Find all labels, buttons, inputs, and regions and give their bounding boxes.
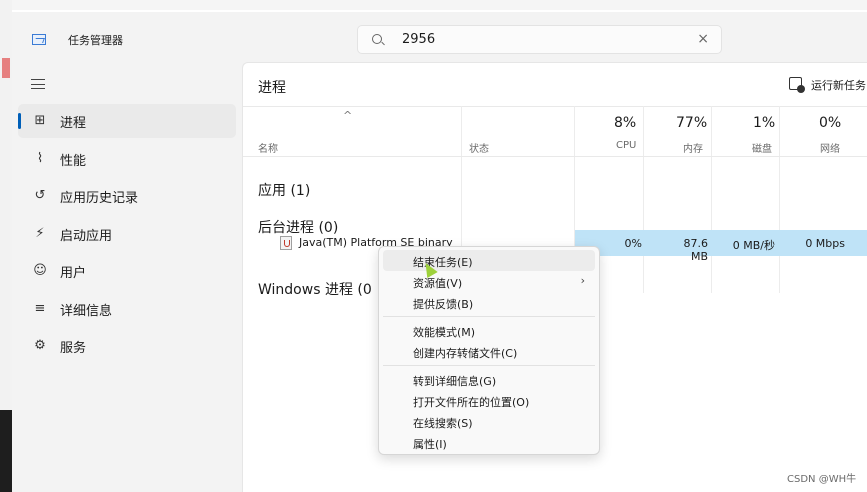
sidebar-item-details[interactable]: ≡ 详细信息 bbox=[18, 292, 236, 326]
menu-separator bbox=[383, 316, 595, 317]
sidebar-item-label: 启动应用 bbox=[60, 229, 113, 244]
sidebar: ⊞ 进程 ⌇ 性能 ↺ 应用历史记录 ⚡ 启动应用 ☺ 用户 ≡ 详细信息 ⚙ … bbox=[12, 62, 242, 492]
process-disk: 0 MB/秒 bbox=[732, 239, 775, 252]
sidebar-item-label: 用户 bbox=[60, 266, 87, 281]
menu-item-feedback[interactable]: 提供反馈(B) bbox=[383, 292, 595, 313]
menu-item-label: 效能模式(M) bbox=[413, 326, 476, 339]
network-total: 0% bbox=[819, 115, 842, 131]
column-header-cpu[interactable]: CPU bbox=[616, 140, 636, 151]
sidebar-item-services[interactable]: ⚙ 服务 bbox=[18, 329, 236, 363]
run-new-task-label: 运行新任务 bbox=[811, 79, 866, 92]
group-apps[interactable]: 应用 (1) bbox=[258, 180, 310, 200]
menu-item-label: 在线搜索(S) bbox=[413, 417, 473, 430]
menu-item-label: 属性(I) bbox=[413, 438, 447, 451]
menu-item-label: 提供反馈(B) bbox=[413, 298, 474, 311]
watermark: CSDN @WH牛 bbox=[787, 474, 857, 485]
startup-icon: ⚡ bbox=[35, 226, 45, 241]
column-header-network[interactable]: 网络 bbox=[820, 140, 840, 155]
menu-item-label: 创建内存转储文件(C) bbox=[413, 347, 518, 360]
process-network: 0 Mbps bbox=[805, 237, 845, 250]
menu-item-create-dump[interactable]: 创建内存转储文件(C) bbox=[383, 341, 595, 362]
column-header-disk[interactable]: 磁盘 bbox=[752, 140, 772, 155]
memory-total: 77% bbox=[676, 115, 708, 131]
menu-item-open-file-location[interactable]: 打开文件所在的位置(O) bbox=[383, 390, 595, 411]
column-header-name[interactable]: 名称 bbox=[258, 140, 278, 155]
titlebar: 任务管理器 2956 × bbox=[12, 12, 867, 62]
menu-separator bbox=[383, 365, 595, 366]
chevron-right-icon: › bbox=[580, 274, 585, 287]
menu-icon[interactable] bbox=[31, 79, 45, 89]
header-bottom-divider bbox=[243, 156, 867, 157]
sidebar-item-performance[interactable]: ⌇ 性能 bbox=[18, 142, 236, 176]
sidebar-item-label: 服务 bbox=[60, 341, 87, 356]
menu-item-end-task[interactable]: 结束任务(E) bbox=[383, 250, 595, 271]
sidebar-item-label: 性能 bbox=[60, 154, 87, 169]
app-title: 任务管理器 bbox=[68, 34, 123, 47]
screen: 任务管理器 2956 × ⊞ 进程 ⌇ 性能 ↺ 应用历史记录 ⚡ 启动应用 ☺… bbox=[0, 0, 867, 492]
sidebar-item-label: 详细信息 bbox=[60, 304, 113, 319]
header-divider bbox=[243, 106, 867, 107]
menu-item-label: 转到详细信息(G) bbox=[413, 375, 497, 388]
column-header-memory[interactable]: 内存 bbox=[683, 140, 703, 155]
processes-icon: ⊞ bbox=[34, 113, 46, 128]
process-cpu: 0% bbox=[624, 237, 642, 250]
task-manager-icon bbox=[32, 34, 46, 45]
menu-item-label: 打开文件所在的位置(O) bbox=[413, 396, 530, 409]
menu-item-efficiency-mode[interactable]: 效能模式(M) bbox=[383, 320, 595, 341]
close-icon[interactable]: × bbox=[697, 31, 709, 47]
context-menu: 结束任务(E) 资源值(V) › 提供反馈(B) 效能模式(M) 创建内存转储文件… bbox=[378, 246, 600, 455]
search-icon bbox=[372, 34, 382, 44]
active-indicator bbox=[18, 113, 21, 129]
menu-item-properties[interactable]: 属性(I) bbox=[383, 432, 595, 453]
menu-item-search-online[interactable]: 在线搜索(S) bbox=[383, 411, 595, 432]
column-header-status[interactable]: 状态 bbox=[469, 140, 489, 155]
page-title: 进程 bbox=[258, 80, 286, 96]
details-icon: ≡ bbox=[34, 301, 46, 316]
group-windows[interactable]: Windows 进程 (0 bbox=[258, 279, 372, 299]
process-memory: 87.6 MB bbox=[683, 237, 709, 263]
sidebar-item-startup[interactable]: ⚡ 启动应用 bbox=[18, 217, 236, 251]
sort-ascending-icon[interactable]: ^ bbox=[343, 109, 352, 122]
menu-item-go-to-details[interactable]: 转到详细信息(G) bbox=[383, 369, 595, 390]
column-divider bbox=[643, 106, 644, 293]
menu-item-resource-values[interactable]: 资源值(V) › bbox=[383, 271, 595, 292]
run-task-icon bbox=[789, 77, 805, 93]
disk-total: 1% bbox=[753, 115, 776, 131]
sidebar-item-users[interactable]: ☺ 用户 bbox=[18, 254, 236, 288]
performance-icon: ⌇ bbox=[36, 151, 44, 166]
desktop-top-edge bbox=[0, 0, 867, 10]
desktop-left-edge bbox=[0, 0, 12, 492]
search-input[interactable]: 2956 bbox=[402, 32, 435, 47]
sidebar-item-label: 应用历史记录 bbox=[60, 191, 139, 206]
app-history-icon: ↺ bbox=[34, 188, 46, 203]
desktop-red-mark bbox=[2, 58, 10, 78]
services-icon: ⚙ bbox=[34, 338, 46, 353]
column-divider bbox=[711, 106, 712, 293]
cpu-total: 8% bbox=[614, 115, 637, 131]
java-icon bbox=[280, 236, 292, 250]
sidebar-item-processes[interactable]: ⊞ 进程 bbox=[18, 104, 236, 138]
desktop-dark-area bbox=[0, 410, 12, 492]
menu-item-label: 资源值(V) bbox=[413, 277, 463, 290]
sidebar-item-app-history[interactable]: ↺ 应用历史记录 bbox=[18, 179, 236, 213]
column-divider bbox=[779, 106, 780, 293]
users-icon: ☺ bbox=[33, 263, 47, 278]
sidebar-item-label: 进程 bbox=[60, 116, 87, 131]
search-box[interactable]: 2956 × bbox=[357, 25, 722, 54]
